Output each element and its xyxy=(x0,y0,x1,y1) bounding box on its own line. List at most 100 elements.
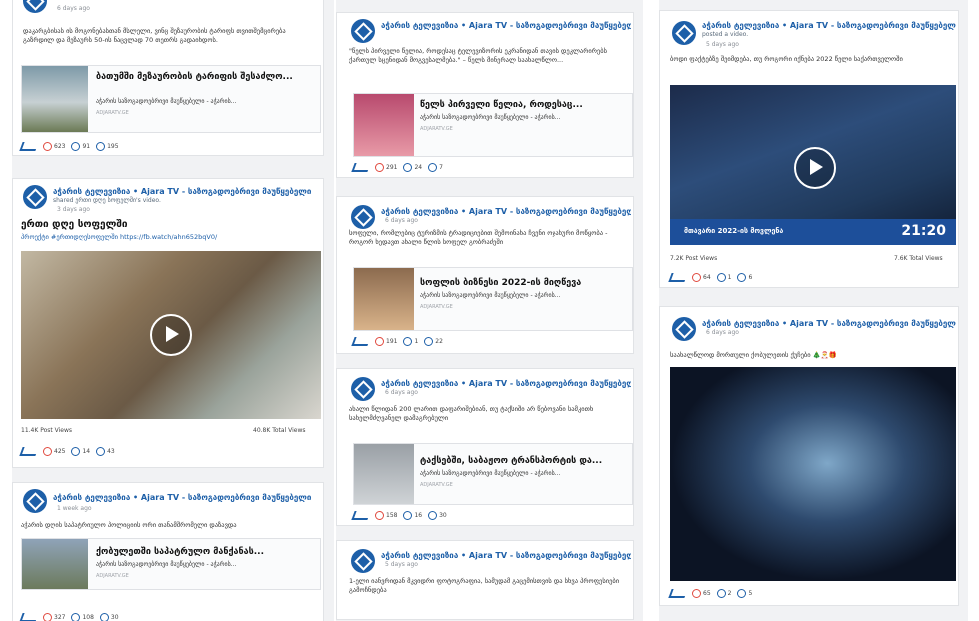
banner-text: მთავარი 2022-ის მოვლენა xyxy=(684,227,784,235)
link-title: ქობულეთში საპატრულო მანქანას... xyxy=(96,547,264,557)
reactions-icon xyxy=(43,613,52,621)
comment-icon xyxy=(716,589,726,598)
comment-count: 14 xyxy=(82,448,91,455)
share-count: 30 xyxy=(110,614,119,621)
link-preview[interactable]: ბათუმში მეზაურობის ტარიფის შესაძლო... აჭ… xyxy=(21,65,321,133)
share-icon xyxy=(428,511,438,520)
link-title: ტაქსებში, საბაჟოო ტრანსპორტის და... xyxy=(420,456,603,466)
insights-icon xyxy=(351,337,371,346)
page-name[interactable]: აჭარის ტელევიზია • Ajara TV - საზოგადოებ… xyxy=(381,21,631,30)
comment-count: 108 xyxy=(82,614,94,621)
play-icon[interactable] xyxy=(150,314,192,356)
post-text: საახალწლოდ მორთული ქობულეთის ქუჩები 🎄🎅🎁 xyxy=(670,351,837,359)
page-name[interactable]: აჭარის ტელევიზია • Ajara TV - საზოგადოებ… xyxy=(381,379,631,388)
link-source: აჭარის საზოგადოებრივი მაუწყებელი - აჭარი… xyxy=(420,114,561,121)
comment-count: 91 xyxy=(82,143,91,150)
link-preview[interactable]: წელს პირველი წელია, როდესაც... აჭარის სა… xyxy=(353,93,633,157)
page-avatar[interactable] xyxy=(351,377,375,401)
video-player[interactable]: მთავარი 2022-ის მოვლენა 21:20 xyxy=(670,85,956,245)
post-text: ახალი წლიდან 200 ლარით დაფარიშებიან, თუ … xyxy=(349,405,594,422)
post-text: 1-ელი იანვრიდან მკვიდრი ფოტოგრაფია, სამუ… xyxy=(349,577,620,594)
share-count: 43 xyxy=(107,448,115,455)
post-time: 6 days ago xyxy=(385,389,418,396)
link-source: აჭარის საზოგადოებრივი მაუწყებელი - აჭარი… xyxy=(96,561,237,568)
page-avatar[interactable] xyxy=(672,21,696,45)
total-views: 7.6K Total Views xyxy=(894,255,943,262)
reaction-count: 623 xyxy=(54,143,66,150)
page-name[interactable]: აჭარის ტელევიზია • Ajara TV - საზოგადოებ… xyxy=(381,551,631,560)
page-name[interactable]: აჭარის ტელევიზია • Ajara TV - საზოგადოებ… xyxy=(702,319,956,328)
link-domain: ADJARATV.GE xyxy=(96,573,129,579)
link-preview[interactable]: ქობულეთში საპატრულო მანქანას... აჭარის ს… xyxy=(21,538,321,590)
reaction-count: 158 xyxy=(386,512,398,519)
post-card: აჭარის ტელევიზია • Ajara TV - საზოგადოებ… xyxy=(336,196,634,354)
post-card: აჭარის ტელევიზია • Ajara TV - საზოგადოებ… xyxy=(12,178,324,468)
post-time: 6 days ago xyxy=(706,329,739,336)
share-count: 6 xyxy=(748,274,753,281)
video-banner: მთავარი 2022-ის მოვლენა 21:20 xyxy=(670,219,956,245)
post-stats: 191 1 22 xyxy=(351,337,443,346)
share-count: 7 xyxy=(439,164,443,171)
link-thumbnail xyxy=(22,66,88,132)
post-card: აჭარის ტელევიზია • Ajara TV - საზოგადოებ… xyxy=(659,306,959,606)
insights-icon xyxy=(351,163,371,172)
page-name[interactable]: აჭარის ტელევიზია • Ajara TV - საზოგადოებ… xyxy=(53,187,321,196)
photo[interactable] xyxy=(670,367,956,581)
share-count: 195 xyxy=(107,143,119,150)
post-time: 6 days ago xyxy=(385,217,418,224)
page-avatar[interactable] xyxy=(351,205,375,229)
page-name[interactable]: აჭარის ტელევიზია • Ajara TV - საზოგადოებ… xyxy=(702,21,956,30)
page-avatar[interactable] xyxy=(351,549,375,573)
reaction-count: 65 xyxy=(703,590,711,597)
posted-video-text[interactable]: posted a video. xyxy=(702,31,748,38)
page-avatar[interactable] xyxy=(351,19,375,43)
insights-icon xyxy=(19,613,39,621)
comment-icon xyxy=(403,163,413,172)
reactions-icon xyxy=(43,447,52,456)
link-preview[interactable]: სოფლის ბიზნესი 2022-ის მიღწევა აჭარის სა… xyxy=(353,267,633,331)
insights-icon xyxy=(19,447,39,456)
post-tags[interactable]: პროექტი #ერთიდღესოფელში https://fb.watch… xyxy=(21,233,217,242)
page-name[interactable]: აჭარის ტელევიზია • Ajara TV - საზოგადოებ… xyxy=(53,493,321,502)
post-card: აჭარის ტელევიზია • Ajara TV - საზოგადოებ… xyxy=(336,540,634,620)
comment-icon xyxy=(71,447,81,456)
post-card: აჭარის ტელევიზია • Ajara TV - საზოგადოებ… xyxy=(336,12,634,178)
post-time: 3 days ago xyxy=(57,206,90,213)
page-name[interactable]: აჭარის ტელევიზია • Ajara TV - საზოგადოებ… xyxy=(381,207,631,216)
comment-count: 1 xyxy=(727,274,732,281)
link-domain: ADJARATV.GE xyxy=(96,110,129,116)
feed-column-2: აჭარის ტელევიზია • Ajara TV - საზოგადოებ… xyxy=(336,0,643,621)
post-card: 6 days ago დაკარგბისას ის მოგონებასთან მ… xyxy=(12,0,324,156)
reactions-icon xyxy=(375,511,384,520)
reaction-count: 425 xyxy=(54,448,66,455)
post-text: აჭარის დღის საპატრიულო პოლიციის ორი თანა… xyxy=(21,521,237,529)
link-thumbnail xyxy=(354,268,414,330)
link-domain: ADJARATV.GE xyxy=(420,482,453,488)
insights-icon xyxy=(351,511,371,520)
play-icon[interactable] xyxy=(794,147,836,189)
share-count: 22 xyxy=(435,338,443,345)
page-avatar[interactable] xyxy=(23,0,47,13)
page-avatar[interactable] xyxy=(672,317,696,341)
share-icon xyxy=(737,589,747,598)
banner-clock: 21:20 xyxy=(901,223,946,239)
link-title: ბათუმში მეზაურობის ტარიფის შესაძლო... xyxy=(96,72,293,82)
reactions-icon xyxy=(692,589,701,598)
reaction-count: 327 xyxy=(54,614,66,621)
share-icon xyxy=(96,142,106,151)
share-icon xyxy=(96,447,106,456)
comment-icon xyxy=(403,337,413,346)
comment-count: 2 xyxy=(727,590,732,597)
post-time: 5 days ago xyxy=(385,561,418,568)
video-player[interactable] xyxy=(21,251,321,419)
reaction-count: 64 xyxy=(703,274,711,281)
post-time: 5 days ago xyxy=(706,41,739,48)
shared-video-text[interactable]: shared ერთი დღე სოფელში's video. xyxy=(53,197,161,204)
insights-icon xyxy=(668,273,688,282)
page-avatar[interactable] xyxy=(23,185,47,209)
page-avatar[interactable] xyxy=(23,489,47,513)
link-preview[interactable]: ტაქსებში, საბაჟოო ტრანსპორტის და... აჭარ… xyxy=(353,443,633,505)
reaction-count: 191 xyxy=(386,338,398,345)
link-title: სოფლის ბიზნესი 2022-ის მიღწევა xyxy=(420,278,582,288)
post-text: დაკარგბისას ის მოგონებასთან მსლელი, ვინც… xyxy=(23,27,286,44)
